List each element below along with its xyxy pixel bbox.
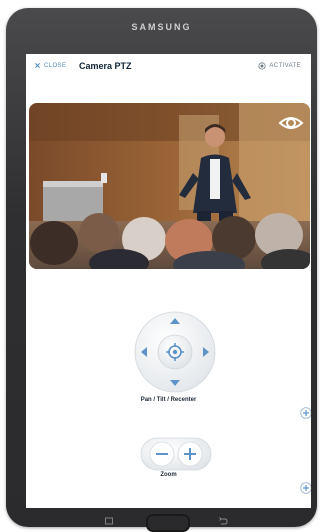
ptz-joystick[interactable] — [133, 310, 217, 394]
close-icon — [35, 63, 40, 68]
tablet-frame: SAMSUNG CLOSE Camera PTZ ACTIVATE Pan / … — [6, 8, 317, 532]
page-title: Camera PTZ — [79, 61, 132, 71]
app-screen: CLOSE Camera PTZ ACTIVATE Pan / Tilt / R… — [26, 54, 311, 508]
camera-feed — [29, 103, 310, 269]
add-zoom-button[interactable] — [300, 482, 311, 494]
device-brand: SAMSUNG — [131, 22, 192, 32]
ptz-dial — [134, 311, 216, 393]
eye-icon[interactable] — [278, 113, 304, 133]
recent-apps-icon[interactable] — [104, 516, 114, 526]
add-ptz-button[interactable] — [300, 407, 311, 419]
ptz-label: Pan / Tilt / Recenter — [140, 397, 197, 403]
zoom-control — [139, 435, 213, 473]
app-header: CLOSE Camera PTZ ACTIVATE — [26, 54, 311, 82]
activate-icon — [258, 62, 266, 70]
zoom-in-button — [177, 441, 203, 467]
hardware-nav-bar — [6, 512, 317, 532]
activate-label: ACTIVATE — [269, 63, 301, 69]
home-button[interactable] — [146, 514, 190, 532]
zoom-out-button — [149, 441, 175, 467]
close-button[interactable]: CLOSE — [34, 62, 66, 69]
camera-feed-image — [29, 103, 310, 269]
activate-button[interactable]: ACTIVATE — [258, 62, 301, 70]
zoom-label: Zoom — [160, 472, 177, 478]
back-icon[interactable] — [218, 516, 228, 526]
zoom-dial — [140, 437, 212, 471]
close-label: CLOSE — [44, 62, 67, 69]
